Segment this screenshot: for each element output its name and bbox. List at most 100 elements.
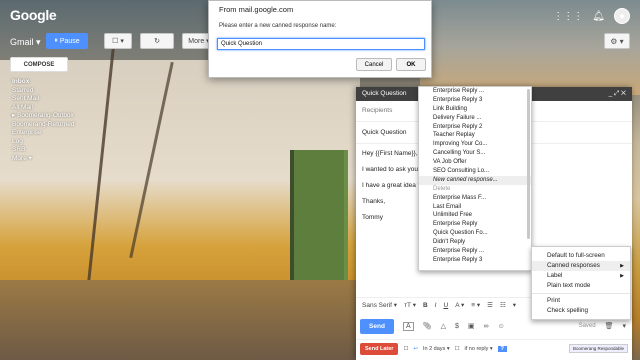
canned-response-item[interactable]: Enterprise Reply bbox=[419, 220, 531, 229]
menu-item-label: Canned responses bbox=[547, 262, 600, 269]
if-no-reply-select[interactable]: if no reply ▾ bbox=[465, 346, 493, 352]
menu-item-label: Check spelling bbox=[547, 307, 588, 314]
canned-response-item[interactable]: Enterprise Reply ... bbox=[419, 247, 531, 256]
menu-item[interactable]: Print bbox=[532, 296, 630, 306]
subject-field[interactable]: Quick Question bbox=[362, 129, 406, 136]
compose-title: Quick Question bbox=[362, 90, 407, 97]
sidebar-item[interactable]: Starred bbox=[12, 87, 75, 96]
canned-response-item[interactable]: Enterprise Mass F... bbox=[419, 194, 531, 203]
bold-button[interactable]: B bbox=[423, 302, 428, 309]
menu-divider bbox=[532, 293, 630, 294]
canned-response-item[interactable]: Teacher Replay bbox=[419, 131, 531, 140]
canned-response-item[interactable]: Enterprise Reply 2 bbox=[419, 123, 531, 132]
window-controls[interactable]: _ ⤢ ✕ bbox=[609, 90, 626, 98]
trash-icon[interactable]: 🗑︎ bbox=[605, 322, 614, 330]
canned-response-item[interactable]: VA Job Offer bbox=[419, 158, 531, 167]
sidebar-nav: Inbox Starred Sent Mail All Mail ▸ Boomerang… bbox=[12, 78, 75, 163]
canned-responses-submenu: Enterprise Reply ... Enterprise Reply 3 Li… bbox=[418, 86, 532, 271]
photo-icon[interactable]: ▣ bbox=[468, 322, 475, 330]
help-icon[interactable]: ? bbox=[497, 345, 508, 352]
dialog-prompt: Please enter a new canned response name: bbox=[219, 23, 337, 29]
align-button[interactable]: ≡ ▾ bbox=[471, 301, 480, 309]
menu-item[interactable]: Plain text mode bbox=[532, 281, 630, 291]
saved-status: Saved bbox=[578, 323, 596, 329]
settings-gear-button[interactable]: ⚙ ▾ bbox=[604, 33, 630, 49]
canned-response-item[interactable]: Delivery Failure ... bbox=[419, 114, 531, 123]
cancel-button[interactable]: Cancel bbox=[356, 58, 392, 71]
canned-response-name-dialog: From mail.google.com Please enter a new … bbox=[208, 0, 432, 78]
pause-inbox-button[interactable]: ⏸︎ Pause bbox=[46, 33, 88, 49]
canned-response-item[interactable]: Didn't Reply bbox=[419, 238, 531, 247]
pause-icon: ⏸︎ bbox=[54, 37, 58, 44]
boomerang-bar: Send Later ☐ ↩ In 2 days ▾ ☐ if no reply… bbox=[356, 339, 632, 357]
formatting-toggle-icon[interactable]: A bbox=[403, 321, 414, 331]
menu-item-label: Label bbox=[547, 272, 563, 279]
menu-item-label: Plain text mode bbox=[547, 282, 591, 289]
boomerang-respondable-badge[interactable]: Boomerang Respondable bbox=[568, 344, 628, 353]
top-right-icons: ⋮⋮⋮ 🔔︎ ● bbox=[553, 8, 630, 24]
recipients-field[interactable]: Recipients bbox=[362, 107, 392, 114]
send-later-button[interactable]: Send Later bbox=[360, 342, 399, 355]
boomerang-checkbox[interactable]: ☐ bbox=[403, 346, 408, 352]
canned-response-item[interactable]: Enterprise Reply 3 bbox=[419, 256, 531, 265]
sidebar-item[interactable]: All Mail bbox=[12, 104, 75, 113]
canned-response-item[interactable]: Quick Question Fo... bbox=[419, 229, 531, 238]
canned-response-item[interactable]: Enterprise Reply ... bbox=[419, 87, 531, 96]
send-button[interactable]: Send bbox=[360, 318, 394, 334]
canned-response-item[interactable]: New canned response... bbox=[419, 175, 531, 185]
select-checkbox-button[interactable]: ☐ ▾ bbox=[104, 33, 132, 49]
compose-button[interactable]: COMPOSE bbox=[10, 57, 68, 72]
sidebar-item[interactable]: Sent Mail bbox=[12, 95, 75, 104]
google-logo[interactable]: Google bbox=[10, 7, 57, 23]
more-formatting-button[interactable]: ▾ bbox=[513, 301, 516, 309]
sidebar-item[interactable]: Boomerang-Returned bbox=[12, 121, 75, 130]
canned-response-item[interactable]: Link Building bbox=[419, 105, 531, 114]
attach-icon[interactable]: 📎︎ bbox=[423, 322, 432, 330]
canned-response-item[interactable]: SEO Consulting Lo... bbox=[419, 167, 531, 176]
font-size-select[interactable]: ᴛT ▾ bbox=[404, 301, 416, 309]
refresh-button[interactable]: ↻ bbox=[140, 33, 174, 49]
underline-button[interactable]: U bbox=[443, 302, 448, 309]
canned-section-header: Delete bbox=[433, 185, 451, 192]
sidebar-item[interactable]: Enterprise bbox=[12, 129, 75, 138]
submenu-scrollbar[interactable] bbox=[527, 89, 530, 239]
boomerang-icon: ↩ bbox=[413, 345, 418, 352]
canned-response-item[interactable]: Unlimited Free bbox=[419, 211, 531, 220]
canned-name-input[interactable]: Quick Question bbox=[217, 38, 425, 50]
no-reply-checkbox[interactable]: ☐ bbox=[455, 346, 460, 352]
canned-response-item[interactable]: Improving Your Co... bbox=[419, 140, 531, 149]
font-family-select[interactable]: Sans Serif ▾ bbox=[362, 301, 397, 309]
canned-response-item[interactable]: Enterprise Reply 3 bbox=[419, 96, 531, 105]
gmail-label[interactable]: Gmail ▾ bbox=[10, 37, 41, 48]
avatar[interactable]: ● bbox=[614, 8, 630, 24]
bulleted-list-button[interactable]: ☷ bbox=[500, 301, 506, 309]
apps-grid-icon[interactable]: ⋮⋮⋮ bbox=[553, 11, 583, 22]
submenu-arrow-icon: ▶ bbox=[620, 273, 624, 279]
menu-item-label: Print bbox=[547, 297, 560, 304]
sidebar-item[interactable]: More ▾ bbox=[12, 155, 75, 164]
drive-icon[interactable]: △ bbox=[441, 322, 446, 330]
menu-item[interactable]: Canned responses ▶ bbox=[532, 261, 630, 271]
dialog-title: From mail.google.com bbox=[219, 5, 294, 14]
link-icon[interactable]: ∞ bbox=[483, 323, 488, 330]
canned-response-item[interactable]: Cancelling Your S... bbox=[419, 149, 531, 158]
numbered-list-button[interactable]: ☰ bbox=[487, 301, 493, 309]
sidebar-item[interactable]: ▸ Boomerang-Outbox bbox=[12, 112, 75, 121]
notifications-bell-icon[interactable]: 🔔︎ bbox=[592, 11, 605, 22]
emoji-icon[interactable]: ☺ bbox=[497, 323, 504, 330]
sidebar-item[interactable]: Inbox bbox=[12, 78, 75, 87]
money-icon[interactable]: $ bbox=[455, 323, 459, 330]
submenu-arrow-icon: ▶ bbox=[620, 263, 624, 269]
more-options-icon[interactable]: ▾ bbox=[622, 322, 626, 330]
sidebar-item[interactable]: SRB bbox=[12, 146, 75, 155]
menu-item[interactable]: Default to full-screen bbox=[532, 251, 630, 261]
checkbox-icon: ☐ ▾ bbox=[112, 38, 124, 45]
sidebar-item[interactable]: Log bbox=[12, 138, 75, 147]
menu-item[interactable]: Label ▶ bbox=[532, 271, 630, 281]
canned-response-item[interactable]: Last Email bbox=[419, 203, 531, 212]
text-color-button[interactable]: A ▾ bbox=[455, 301, 464, 309]
menu-item[interactable]: Check spelling bbox=[532, 306, 630, 316]
in-days-select[interactable]: In 2 days ▾ bbox=[423, 346, 450, 352]
ok-button[interactable]: OK bbox=[396, 58, 426, 71]
italic-button[interactable]: I bbox=[435, 302, 437, 309]
